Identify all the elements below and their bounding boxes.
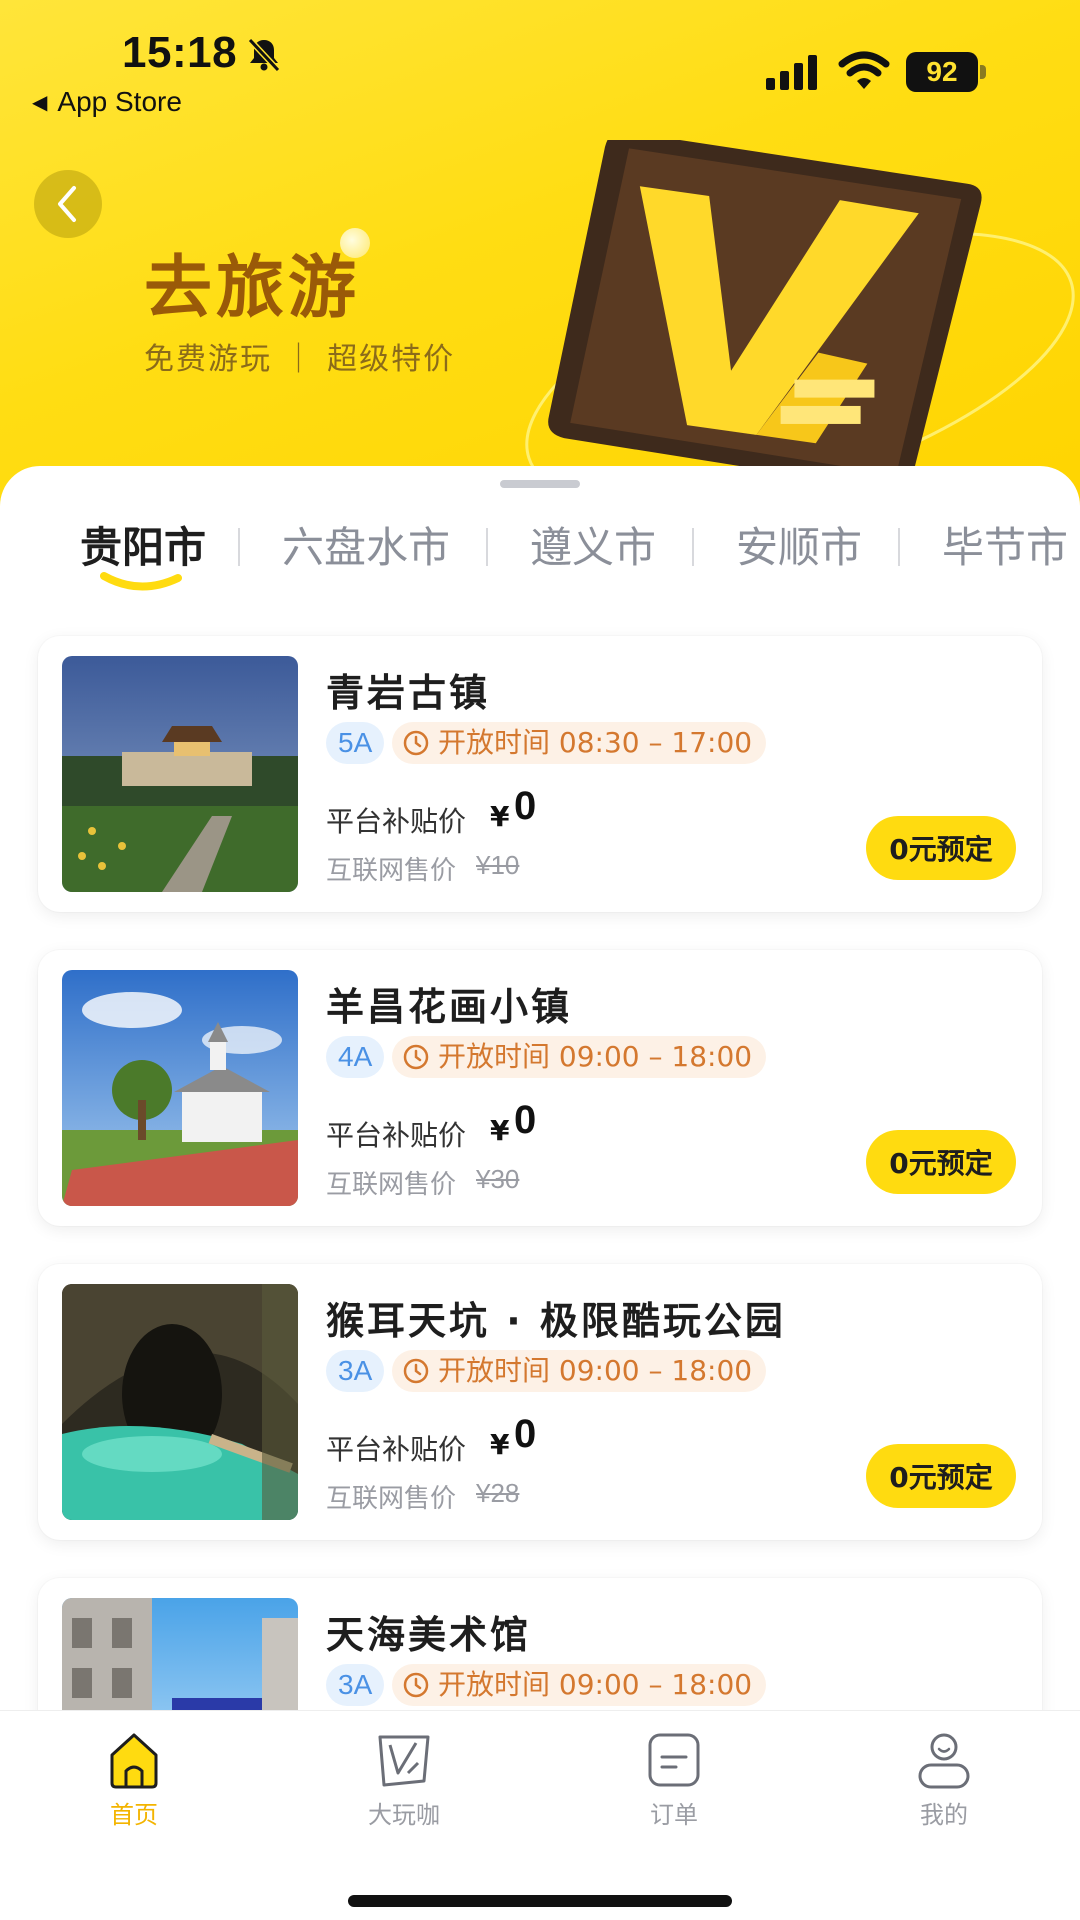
subsidy-price-label: 平台补贴价 — [326, 805, 467, 838]
book-button[interactable]: 0元预定 — [866, 1444, 1016, 1508]
opening-hours-badge: 开放时间 09:00 – 18:00 — [392, 1664, 767, 1706]
tab-divider — [898, 528, 900, 566]
market-price: ¥10 — [476, 850, 520, 880]
battery-tip — [980, 65, 986, 79]
v-card-icon — [378, 1735, 430, 1787]
hero-banner: 15:18 ◀ App Store 92 去旅游 免费游玩 ｜ 超级特价 — [0, 0, 1080, 520]
subsidy-price: 0 — [514, 784, 537, 828]
market-price-label: 互联网售价 — [326, 856, 457, 886]
opening-hours-text: 开放时间 09:00 – 18:00 — [438, 1040, 753, 1073]
nav-dawanka[interactable]: 大玩咖 — [334, 1729, 474, 1839]
clock-icon — [403, 730, 429, 756]
sheet-drag-handle[interactable] — [500, 480, 580, 488]
scenic-photo — [62, 1284, 298, 1520]
battery-indicator: 92 — [906, 52, 986, 92]
home-icon — [110, 1733, 158, 1789]
price-currency: ¥ — [490, 800, 510, 833]
tab-anshun[interactable]: 安顺市 — [736, 514, 862, 575]
nav-home[interactable]: 首页 — [64, 1729, 204, 1839]
scenic-grade-badge: 3A — [326, 1664, 385, 1706]
order-icon — [648, 1733, 700, 1787]
scenic-card[interactable]: 青岩古镇 5A 开放时间 08:30 – 17:00 平台补贴价 ¥ 0 互联网… — [38, 636, 1042, 912]
battery-level: 92 — [906, 52, 978, 92]
subsidy-price-label: 平台补贴价 — [326, 1433, 467, 1466]
chevron-left-icon — [58, 186, 76, 222]
scenic-name: 猴耳天坑 · 极限酷玩公园 — [326, 1299, 786, 1343]
tab-zunyi[interactable]: 遵义市 — [530, 514, 656, 575]
scenic-name: 羊昌花画小镇 — [326, 985, 573, 1029]
scenic-grade-badge: 3A — [326, 1350, 385, 1392]
opening-hours-badge: 开放时间 08:30 – 17:00 — [392, 722, 767, 764]
home-indicator[interactable] — [348, 1895, 732, 1907]
opening-hours-text: 开放时间 09:00 – 18:00 — [438, 1668, 753, 1701]
back-app-label: App Store — [57, 86, 182, 117]
nav-profile[interactable]: 我的 — [874, 1729, 1014, 1839]
clock-icon — [403, 1044, 429, 1070]
scenic-card[interactable]: 羊昌花画小镇 4A 开放时间 09:00 – 18:00 平台补贴价 ¥ 0 互… — [38, 950, 1042, 1226]
brand-v-logo — [525, 140, 1075, 509]
scenic-photo — [62, 656, 298, 892]
market-price: ¥30 — [476, 1164, 520, 1194]
market-price-label: 互联网售价 — [326, 1484, 457, 1514]
tab-guiyang[interactable]: 贵阳市 — [80, 514, 206, 575]
back-button[interactable] — [34, 170, 102, 238]
bell-muted-icon — [247, 37, 281, 73]
nav-orders[interactable]: 订单 — [604, 1729, 744, 1839]
price-currency: ¥ — [490, 1114, 510, 1147]
opening-hours-badge: 开放时间 09:00 – 18:00 — [392, 1350, 767, 1392]
profile-icon — [918, 1733, 970, 1789]
back-to-app-store[interactable]: ◀ App Store — [32, 86, 182, 118]
bottom-navigation: 首页 大玩咖 订单 我的 — [0, 1710, 1080, 1920]
scenic-name: 青岩古镇 — [326, 671, 491, 715]
nav-home-label: 首页 — [110, 1801, 158, 1829]
tab-divider — [486, 528, 488, 566]
market-price: ¥28 — [476, 1478, 520, 1508]
scenic-name: 天海美术馆 — [326, 1613, 532, 1657]
opening-hours-text: 开放时间 08:30 – 17:00 — [438, 726, 753, 759]
clock-icon — [403, 1358, 429, 1384]
tab-divider — [692, 528, 694, 566]
signal-icon — [766, 55, 817, 90]
nav-dawanka-label: 大玩咖 — [368, 1801, 440, 1829]
page-subtitle: 免费游玩 ｜ 超级特价 — [144, 342, 456, 377]
opening-hours-badge: 开放时间 09:00 – 18:00 — [392, 1036, 767, 1078]
nav-orders-label: 订单 — [650, 1801, 698, 1829]
book-button[interactable]: 0元预定 — [866, 816, 1016, 880]
subsidy-price: 0 — [514, 1098, 537, 1142]
active-tab-indicator — [100, 572, 182, 591]
scenic-card[interactable]: 猴耳天坑 · 极限酷玩公园 3A 开放时间 09:00 – 18:00 平台补贴… — [38, 1264, 1042, 1540]
subsidy-price-label: 平台补贴价 — [326, 1119, 467, 1152]
nav-profile-label: 我的 — [920, 1801, 968, 1829]
subsidy-price: 0 — [514, 1412, 537, 1456]
market-price-label: 互联网售价 — [326, 1170, 457, 1200]
price-currency: ¥ — [490, 1428, 510, 1461]
back-triangle-icon: ◀ — [32, 91, 48, 114]
scenic-grade-badge: 5A — [326, 722, 385, 764]
tab-liupanshui[interactable]: 六盘水市 — [282, 514, 450, 575]
tab-divider — [238, 528, 240, 566]
scenic-grade-badge: 4A — [326, 1036, 385, 1078]
opening-hours-text: 开放时间 09:00 – 18:00 — [438, 1354, 753, 1387]
wifi-icon — [838, 51, 890, 89]
status-time: 15:18 — [122, 28, 238, 77]
tab-bijie[interactable]: 毕节市 — [942, 514, 1068, 575]
book-button[interactable]: 0元预定 — [866, 1130, 1016, 1194]
scenic-photo — [62, 970, 298, 1206]
clock-icon — [403, 1672, 429, 1698]
page-title: 去旅游 — [144, 249, 361, 328]
